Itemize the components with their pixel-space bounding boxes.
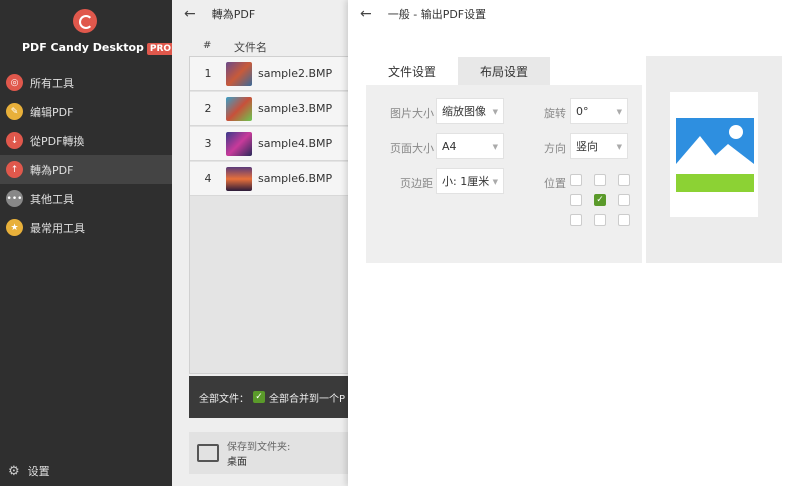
- row-number: 4: [204, 172, 212, 185]
- position-middle-right[interactable]: [618, 194, 630, 206]
- margin-select[interactable]: 小: 1厘米 ▼: [436, 168, 504, 194]
- table-row[interactable]: 1 sample2.BMP: [190, 57, 350, 91]
- back-arrow-icon[interactable]: ←: [360, 6, 372, 22]
- sidebar: PDF Candy Desktop PRO ◎ 所有工具 ✎ 编辑PDF ↓ 從P…: [0, 0, 175, 486]
- margin-label: 页边距: [400, 177, 433, 190]
- margin-value: 小: 1厘米: [442, 175, 490, 188]
- star-icon: ★: [6, 219, 23, 236]
- app-logo-icon: [73, 9, 97, 33]
- chevron-down-icon: ▼: [616, 143, 622, 151]
- chevron-down-icon: ▼: [492, 178, 498, 186]
- sidebar-item-label: 其他工具: [30, 192, 74, 206]
- sidebar-item-all-tools[interactable]: ◎ 所有工具: [0, 68, 172, 97]
- app-name: PDF Candy Desktop: [22, 41, 144, 54]
- download-icon: ↓: [6, 132, 23, 149]
- sidebar-item-label: 编辑PDF: [30, 105, 74, 119]
- settings-tabs: 文件设置 布局设置: [366, 57, 551, 85]
- table-row[interactable]: 3 sample4.BMP: [190, 127, 350, 161]
- sidebar-item-convert-from-pdf[interactable]: ↓ 從PDF轉換: [0, 126, 172, 155]
- file-panel: ← 轉為PDF # 文件名 1 sample2.BMP 2 sample3.BM…: [172, 0, 350, 486]
- sidebar-item-label: 從PDF轉換: [30, 134, 85, 148]
- file-name: sample3.BMP: [258, 102, 333, 115]
- file-thumbnail: [226, 96, 252, 121]
- settings-panel: ← 一般 - 输出PDF设置 文件设置 布局设置 图片大小 缩放图像 ▼ 页面大…: [348, 0, 800, 486]
- settings-header: ← 一般 - 输出PDF设置: [360, 6, 486, 22]
- sidebar-item-label: 最常用工具: [30, 221, 85, 235]
- layout-settings-form: 图片大小 缩放图像 ▼ 页面大小 A4 ▼ 页边距 小: 1厘米 ▼ 旋转 0°…: [366, 85, 642, 263]
- sidebar-nav: ◎ 所有工具 ✎ 编辑PDF ↓ 從PDF轉換 ↑ 轉為PDF ••• 其他工具…: [0, 68, 172, 242]
- position-bottom-right[interactable]: [618, 214, 630, 226]
- settings-title: 一般 - 输出PDF设置: [387, 8, 487, 21]
- tools-icon: ◎: [6, 74, 23, 91]
- merge-checkbox[interactable]: ✓: [253, 391, 265, 403]
- image-size-select[interactable]: 缩放图像 ▼: [436, 98, 504, 124]
- page-size-value: A4: [442, 139, 457, 153]
- position-middle-left[interactable]: [570, 194, 582, 206]
- sidebar-item-convert-to-pdf[interactable]: ↑ 轉為PDF: [0, 155, 172, 184]
- row-number: 3: [204, 137, 212, 150]
- folder-icon: [197, 444, 219, 462]
- position-bottom-center[interactable]: [594, 214, 606, 226]
- column-header-number: #: [203, 40, 212, 51]
- preview-page: [670, 92, 758, 217]
- row-number: 2: [204, 102, 212, 115]
- column-header-filename: 文件名: [234, 41, 267, 54]
- gear-icon: ⚙: [8, 463, 20, 479]
- position-top-left[interactable]: [570, 174, 582, 186]
- settings-label: 设置: [27, 465, 50, 478]
- sidebar-item-edit-pdf[interactable]: ✎ 编辑PDF: [0, 97, 172, 126]
- orientation-select[interactable]: 竖向 ▼: [570, 133, 628, 159]
- chevron-down-icon: ▼: [492, 143, 498, 151]
- save-path: 桌面: [227, 457, 247, 468]
- pro-badge: PRO: [146, 43, 175, 55]
- upload-icon: ↑: [6, 161, 23, 178]
- position-label: 位置: [544, 177, 566, 190]
- file-thumbnail: [226, 61, 252, 86]
- image-size-value: 缩放图像: [442, 105, 486, 118]
- orientation-value: 竖向: [576, 140, 598, 153]
- app-title: PDF Candy Desktop PRO: [22, 41, 175, 55]
- merge-label: 全部合并到一个P: [269, 393, 346, 405]
- orientation-label: 方向: [544, 142, 566, 155]
- page-title: 轉為PDF: [211, 8, 256, 21]
- file-thumbnail: [226, 131, 252, 156]
- tab-layout-settings[interactable]: 布局设置: [458, 57, 551, 85]
- position-top-center[interactable]: [594, 174, 606, 186]
- all-files-label: 全部文件：: [199, 393, 249, 405]
- position-top-right[interactable]: [618, 174, 630, 186]
- image-size-label: 图片大小: [390, 107, 434, 120]
- save-folder-selector[interactable]: 保存到文件夹: 桌面: [189, 432, 349, 474]
- settings-button[interactable]: ⚙ 设置: [8, 463, 50, 479]
- row-number: 1: [204, 67, 212, 80]
- table-row[interactable]: 2 sample3.BMP: [190, 92, 350, 126]
- file-list: 1 sample2.BMP 2 sample3.BMP 3 sample4.BM…: [189, 56, 350, 374]
- merge-options-bar: 全部文件： ✓ 全部合并到一个P: [189, 376, 349, 418]
- page-size-select[interactable]: A4 ▼: [436, 133, 504, 159]
- rotate-label: 旋转: [544, 107, 566, 120]
- table-row[interactable]: 4 sample6.BMP: [190, 162, 350, 196]
- image-placeholder-icon: [676, 118, 754, 192]
- page-size-label: 页面大小: [390, 142, 434, 155]
- chevron-down-icon: ▼: [492, 108, 498, 116]
- position-center[interactable]: ✓: [594, 194, 606, 206]
- rotate-select[interactable]: 0° ▼: [570, 98, 628, 124]
- layout-preview: [646, 56, 782, 263]
- save-to-label: 保存到文件夹:: [227, 442, 291, 453]
- rotate-value: 0°: [576, 104, 589, 118]
- file-name: sample2.BMP: [258, 67, 333, 80]
- file-name: sample6.BMP: [258, 172, 333, 185]
- file-name: sample4.BMP: [258, 137, 333, 150]
- sidebar-item-favorite-tools[interactable]: ★ 最常用工具: [0, 213, 172, 242]
- file-panel-header: ← 轉為PDF: [184, 6, 255, 22]
- tab-file-settings[interactable]: 文件设置: [366, 57, 459, 85]
- back-arrow-icon[interactable]: ←: [184, 6, 196, 22]
- position-bottom-left[interactable]: [570, 214, 582, 226]
- chevron-down-icon: ▼: [616, 108, 622, 116]
- sidebar-item-label: 所有工具: [30, 76, 74, 90]
- more-icon: •••: [6, 190, 23, 207]
- sidebar-item-label: 轉為PDF: [30, 163, 74, 177]
- file-thumbnail: [226, 166, 252, 191]
- sidebar-item-other-tools[interactable]: ••• 其他工具: [0, 184, 172, 213]
- edit-icon: ✎: [6, 103, 23, 120]
